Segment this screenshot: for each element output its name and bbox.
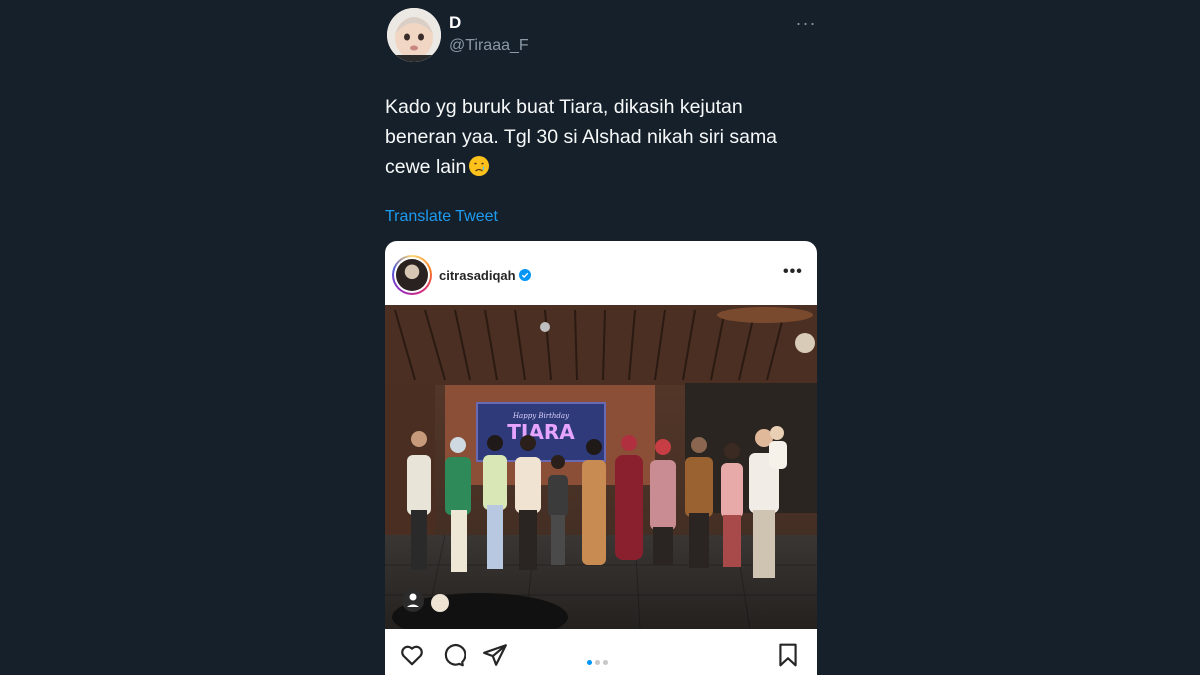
- share-icon[interactable]: [482, 642, 508, 668]
- display-name[interactable]: D: [449, 13, 461, 33]
- instagram-embed[interactable]: citrasadiqah ••• Happy Birthday TIARA: [385, 241, 817, 675]
- carousel-dot: [595, 660, 600, 665]
- tweet-body: Kado yg buruk buat Tiara, dikasih kejuta…: [385, 96, 778, 178]
- embed-avatar[interactable]: [392, 255, 432, 295]
- comment-icon[interactable]: [440, 642, 466, 668]
- carousel-dot: [603, 660, 608, 665]
- translate-tweet-link[interactable]: Translate Tweet: [385, 208, 498, 226]
- embed-username[interactable]: citrasadiqah: [439, 268, 516, 283]
- group-people: [407, 426, 787, 578]
- embed-actions: [385, 629, 817, 675]
- carousel-dot: [587, 660, 592, 665]
- bookmark-icon[interactable]: [775, 642, 801, 668]
- verified-badge-icon: [519, 269, 531, 281]
- embed-more-icon[interactable]: •••: [783, 263, 803, 281]
- crying-face-emoji: [468, 155, 490, 177]
- banner-script: Happy Birthday: [512, 412, 570, 420]
- tweet: D @Tiraaa_F ··· Kado yg buruk buat Tiara…: [385, 0, 817, 675]
- user-handle[interactable]: @Tiraaa_F: [449, 37, 529, 55]
- heart-icon[interactable]: [399, 642, 425, 668]
- user-avatar[interactable]: [387, 8, 441, 62]
- embed-header: citrasadiqah •••: [385, 241, 817, 305]
- carousel-indicator: [587, 652, 611, 665]
- banner-name: TIARA: [507, 420, 575, 444]
- tweet-text: Kado yg buruk buat Tiara, dikasih kejuta…: [385, 92, 817, 182]
- more-horizontal-icon[interactable]: ···: [795, 12, 817, 34]
- post-photo[interactable]: Happy Birthday TIARA: [385, 305, 817, 629]
